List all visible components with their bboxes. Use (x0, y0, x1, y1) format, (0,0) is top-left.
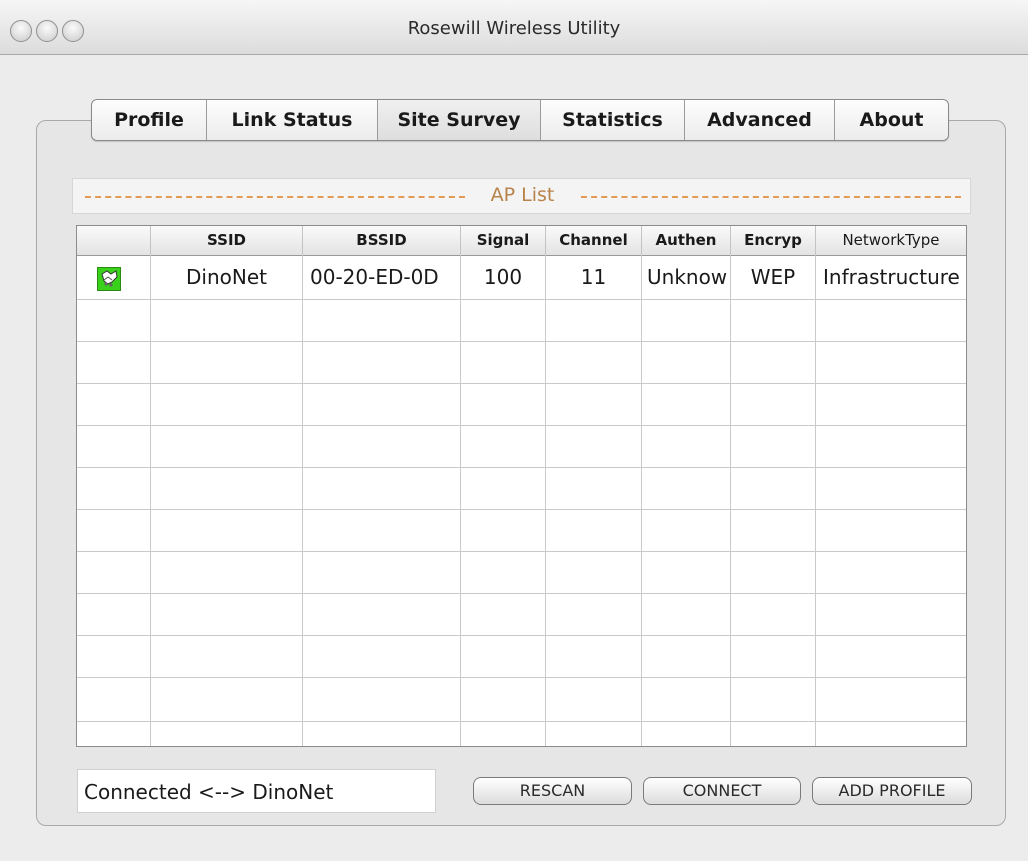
column-header-signal[interactable]: Signal (461, 226, 546, 255)
tab-about[interactable]: About (835, 100, 948, 140)
rescan-button[interactable]: RESCAN (473, 777, 632, 805)
cell-authen: Unknow (647, 265, 728, 289)
ap-list-header: AP List (72, 178, 971, 214)
ap-list-title: AP List (480, 184, 565, 206)
connection-status-text: Connected <--> DinoNet (77, 769, 436, 813)
row-divider (77, 509, 966, 510)
column-divider (641, 255, 642, 746)
ap-list-table-header: SSID BSSID Signal Channel Authen Encryp … (77, 226, 966, 256)
cell-bssid: 00-20-ED-0D (310, 265, 439, 289)
cell-ssid: DinoNet (186, 265, 267, 289)
row-divider (77, 593, 966, 594)
cell-network-type: Infrastructure (823, 265, 960, 289)
ap-list-table[interactable]: SSID BSSID Signal Channel Authen Encryp … (76, 225, 967, 747)
column-header-ssid[interactable]: SSID (151, 226, 303, 255)
column-header-network-type[interactable]: NetworkType (816, 226, 966, 255)
tab-profile[interactable]: Profile (92, 100, 207, 140)
tab-statistics[interactable]: Statistics (541, 100, 685, 140)
column-divider (545, 255, 546, 746)
column-divider (815, 255, 816, 746)
row-divider (77, 551, 966, 552)
column-divider (150, 255, 151, 746)
title-bar[interactable]: Rosewill Wireless Utility (0, 0, 1028, 55)
column-divider (302, 255, 303, 746)
add-profile-button[interactable]: ADD PROFILE (812, 777, 972, 805)
row-divider (77, 299, 966, 300)
column-header-channel[interactable]: Channel (546, 226, 642, 255)
tab-site-survey[interactable]: Site Survey (378, 100, 541, 140)
row-divider (77, 635, 966, 636)
row-divider (77, 425, 966, 426)
row-divider (77, 467, 966, 468)
connected-network-icon (97, 267, 121, 291)
connect-button[interactable]: CONNECT (643, 777, 801, 805)
tab-link-status[interactable]: Link Status (207, 100, 378, 140)
row-divider (77, 383, 966, 384)
column-header-encryp[interactable]: Encryp (731, 226, 816, 255)
column-header-authen[interactable]: Authen (642, 226, 731, 255)
row-divider (77, 721, 966, 722)
cell-signal: 100 (483, 265, 523, 289)
window-title: Rosewill Wireless Utility (407, 18, 621, 39)
row-divider (77, 677, 966, 678)
cell-encryp: WEP (750, 265, 796, 289)
column-header-bssid[interactable]: BSSID (303, 226, 461, 255)
tab-advanced[interactable]: Advanced (685, 100, 835, 140)
column-divider (460, 255, 461, 746)
tab-bar: Profile Link Status Site Survey Statisti… (91, 99, 949, 141)
row-divider (77, 341, 966, 342)
main-window: Rosewill Wireless Utility Profile Link S… (0, 0, 1028, 861)
column-divider (730, 255, 731, 746)
cell-channel: 11 (580, 265, 607, 289)
column-header-status[interactable] (77, 226, 151, 255)
